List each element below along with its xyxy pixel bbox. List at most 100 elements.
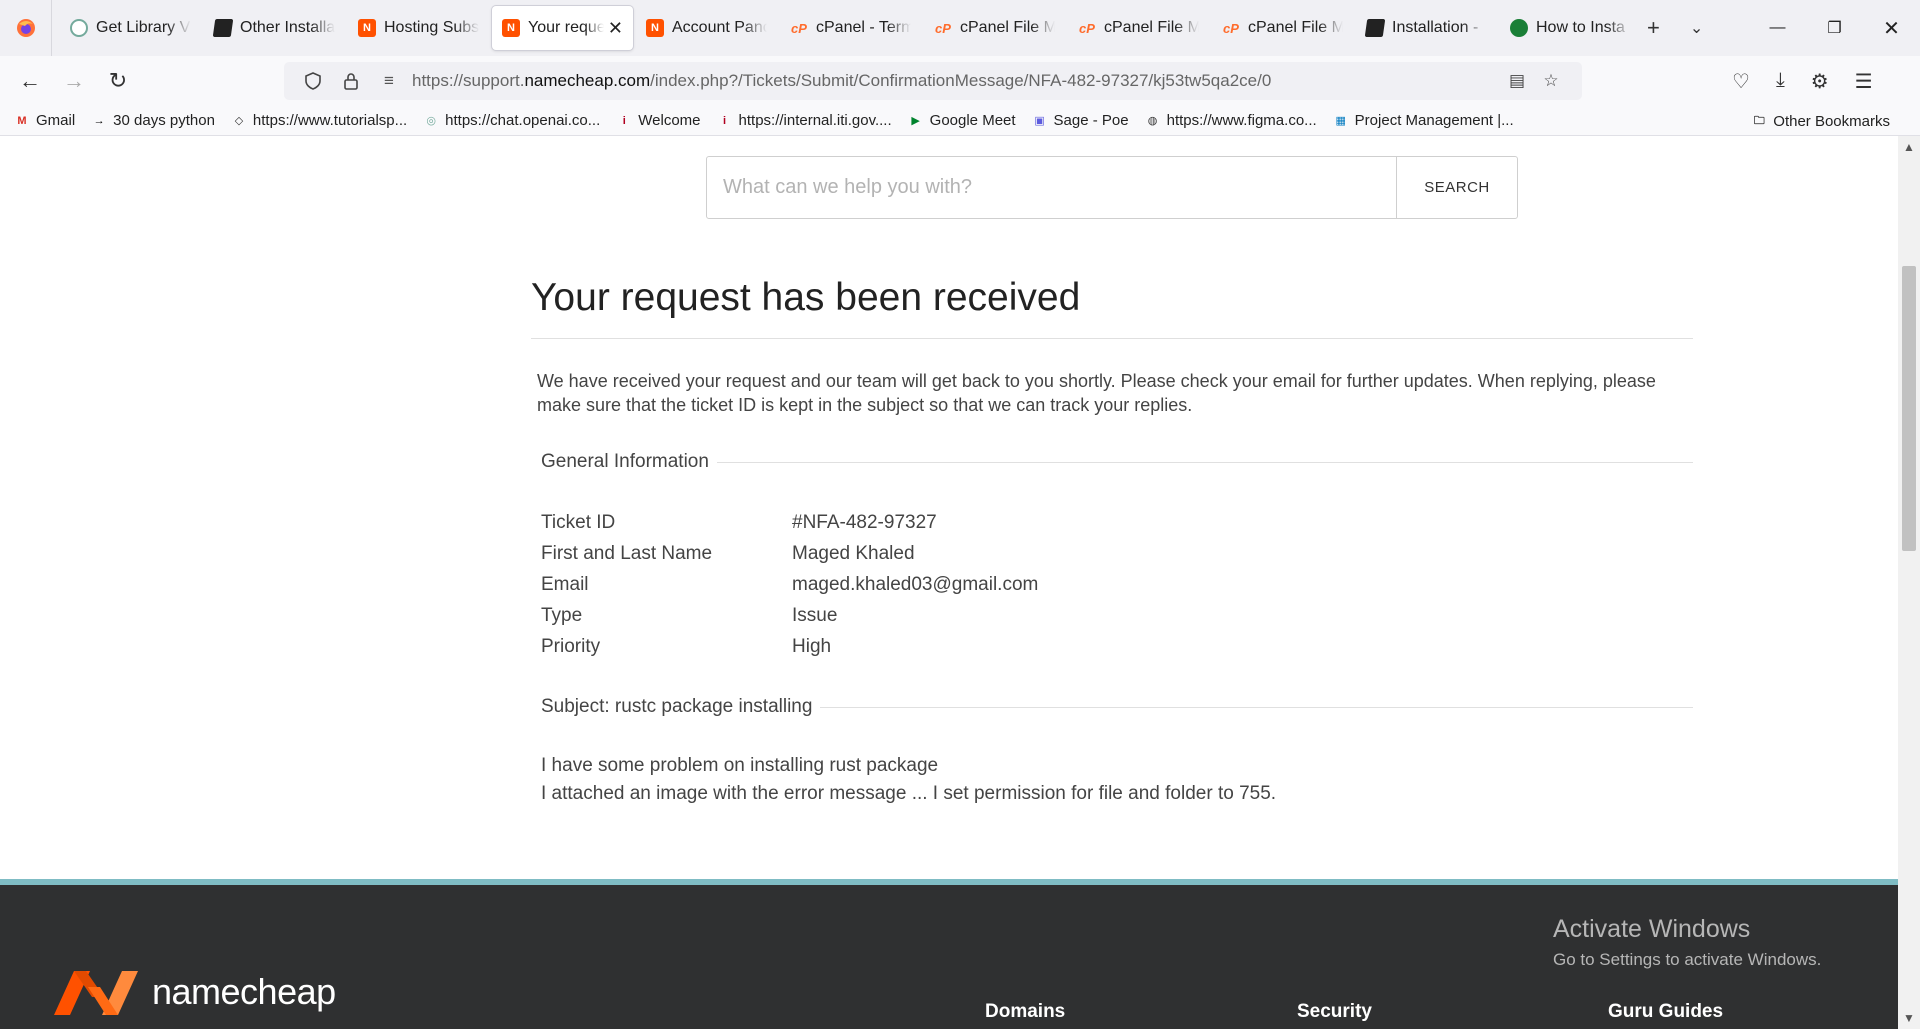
meet-icon: ▶ <box>911 115 920 127</box>
forward-icon[interactable]: → <box>56 63 92 99</box>
bookmark-item[interactable]: i Welcome <box>616 112 701 129</box>
back-icon[interactable]: ← <box>12 63 48 99</box>
close-window-icon[interactable]: ✕ <box>1863 0 1920 56</box>
browser-tab[interactable]: N Your reque ✕ <box>492 6 633 50</box>
bookmark-item[interactable]: ◍ https://www.figma.co... <box>1145 112 1317 129</box>
restore-icon[interactable]: ❐ <box>1806 0 1863 56</box>
tab-label: Other Installa <box>240 19 335 36</box>
browser-tab[interactable]: Installation - <box>1356 6 1497 50</box>
tab-list-chevron-icon[interactable]: ⌄ <box>1690 18 1703 38</box>
field-value: High <box>792 636 832 657</box>
bookmark-item[interactable]: ▶ Google Meet <box>908 112 1016 129</box>
footer-domains[interactable]: Domains <box>985 1001 1065 1023</box>
browser-tab[interactable]: How to Insta <box>1500 6 1641 50</box>
cpanel-icon: cP <box>1079 20 1095 36</box>
close-tab-icon[interactable]: ✕ <box>608 18 623 39</box>
namecheap-icon: N <box>502 19 520 37</box>
browser-tab[interactable]: N Account Panc <box>636 6 777 50</box>
message-line: I have some problem on installing rust p… <box>541 755 939 776</box>
github-icon <box>1510 19 1528 37</box>
extensions-icon[interactable]: ⚙ <box>1811 69 1829 94</box>
folder-icon: 🗀 <box>1753 114 1765 127</box>
bookmark-item[interactable]: ◇ https://www.tutorialsp... <box>231 112 407 129</box>
tab-strip: Get Library V Other Installa N Hosting Subs… <box>0 0 1920 56</box>
divider <box>716 461 1693 463</box>
other-bookmarks[interactable]: 🗀 Other Bookmarks <box>1751 106 1890 136</box>
footer-guru-guides[interactable]: Guru Guides <box>1608 1001 1723 1023</box>
help-search-input[interactable] <box>707 157 1396 218</box>
tab-list: Get Library V Other Installa N Hosting Subs… <box>60 6 1641 50</box>
bookmark-item[interactable]: ▦ Project Management |... <box>1333 112 1514 129</box>
downloads-icon[interactable]: ⤓ <box>1776 69 1785 94</box>
browser-tab[interactable]: cP cPanel File M <box>1212 6 1353 50</box>
bookmark-star-icon[interactable]: ☆ <box>1534 71 1568 91</box>
ticket-details: Ticket ID #NFA-482-97327 First and Last Na… <box>541 507 1693 662</box>
bookmark-item[interactable]: ▣ Sage - Poe <box>1032 112 1128 129</box>
browser-tab[interactable]: cP cPanel - Term <box>780 6 921 50</box>
browser-tab[interactable]: cP cPanel File M <box>1068 6 1209 50</box>
bookmark-label: Project Management |... <box>1354 112 1514 129</box>
bookmark-item[interactable]: M Gmail <box>14 112 75 129</box>
bookmark-item[interactable]: → 30 days python <box>91 112 215 129</box>
confirmation-content: Your request has been received We have r… <box>531 276 1693 808</box>
pocket-icon[interactable]: ♡ <box>1732 69 1750 94</box>
terminal-icon: → <box>93 114 105 127</box>
field-label: Ticket ID <box>541 512 616 533</box>
help-search: SEARCH <box>706 156 1518 219</box>
browser-tab[interactable]: Other Installa <box>204 6 345 50</box>
new-tab-icon[interactable]: + <box>1647 15 1660 41</box>
tab-label: How to Insta <box>1536 19 1625 36</box>
namecheap-logo[interactable]: namecheap <box>52 967 336 1017</box>
address-bar[interactable]: ≡ https://support.namecheap.com/index.ph… <box>284 62 1582 100</box>
field-value: maged.khaled03@gmail.com <box>792 574 1039 595</box>
document-icon <box>212 19 234 37</box>
field-value: Maged Khaled <box>792 543 915 564</box>
ticket-field-row: Type Issue <box>541 600 1693 631</box>
cpanel-icon: cP <box>1223 20 1239 36</box>
namecheap-icon: N <box>358 19 376 37</box>
bookmark-label: https://www.figma.co... <box>1166 112 1317 129</box>
app-menu-icon[interactable]: ☰ <box>1855 69 1873 94</box>
bookmark-label: https://internal.iti.gov.... <box>738 112 892 129</box>
tab-label: cPanel File M <box>960 19 1055 36</box>
tab-label: Hosting Subs <box>384 19 479 36</box>
scroll-up-icon[interactable]: ▲ <box>1898 140 1920 154</box>
search-button[interactable]: SEARCH <box>1396 157 1517 218</box>
scrollbar-thumb[interactable] <box>1902 266 1916 551</box>
bookmark-label: Gmail <box>36 112 76 129</box>
lock-icon[interactable] <box>336 72 366 90</box>
browser-tab[interactable]: N Hosting Subs <box>348 6 489 50</box>
page-scrollbar[interactable]: ▲ ▼ <box>1898 136 1920 1029</box>
reader-view-icon[interactable]: ▤ <box>1500 71 1534 91</box>
browser-tab[interactable]: cP cPanel File M <box>924 6 1065 50</box>
cpanel-icon: cP <box>935 20 951 36</box>
tab-label: cPanel File M <box>1248 19 1343 36</box>
general-information-heading: General Information <box>541 451 1693 473</box>
bookmark-item[interactable]: ◎ https://chat.openai.co... <box>423 112 600 129</box>
bookmark-label: Google Meet <box>929 112 1016 129</box>
tab-label: Your reque <box>528 19 604 36</box>
browser-tab[interactable]: Get Library V <box>60 6 201 50</box>
chatgpt-icon <box>70 19 88 37</box>
ticket-message: I have some problem on installing rust p… <box>541 752 1693 808</box>
reload-icon[interactable]: ↻ <box>100 63 136 99</box>
tracking-shield-icon[interactable] <box>298 72 328 90</box>
firefox-icon <box>16 19 35 37</box>
field-value: #NFA-482-97327 <box>792 512 937 533</box>
bookmark-item[interactable]: i https://internal.iti.gov.... <box>717 112 892 129</box>
tab-label: cPanel - Term <box>816 19 911 36</box>
message-line: I attached an image with the error messa… <box>541 783 1277 804</box>
field-label: First and Last Name <box>541 543 713 564</box>
bookmark-label: Welcome <box>638 112 701 129</box>
footer-security[interactable]: Security <box>1297 1001 1372 1023</box>
scroll-down-icon[interactable]: ▼ <box>1898 1011 1920 1025</box>
bookmark-label: https://chat.openai.co... <box>445 112 601 129</box>
field-label: Priority <box>541 636 601 657</box>
field-value: Issue <box>792 605 838 626</box>
document-icon <box>1364 19 1386 37</box>
permissions-icon[interactable]: ≡ <box>374 71 404 91</box>
bookmark-label: https://www.tutorialsp... <box>252 112 408 129</box>
minimize-icon[interactable]: — <box>1749 0 1806 56</box>
url-text[interactable]: https://support.namecheap.com/index.php?… <box>412 71 1500 91</box>
firefox-menu[interactable] <box>0 0 52 56</box>
